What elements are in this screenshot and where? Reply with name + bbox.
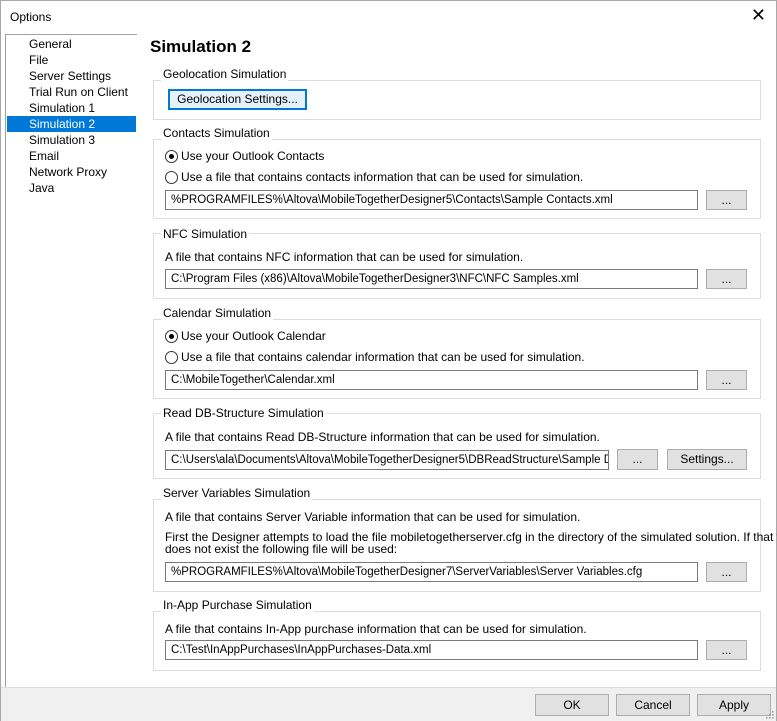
- cancel-button[interactable]: Cancel: [616, 694, 690, 716]
- category-list[interactable]: General File Server Settings Trial Run o…: [5, 34, 138, 688]
- nav-item-simulation-3[interactable]: Simulation 3: [7, 132, 136, 148]
- nav-item-general[interactable]: General: [7, 36, 136, 52]
- dbstructure-settings-button[interactable]: Settings...: [667, 449, 747, 470]
- servervars-file-input[interactable]: %PROGRAMFILES%\Altova\MobileTogetherDesi…: [165, 562, 698, 582]
- dialog-footer: OK Cancel Apply: [1, 687, 776, 721]
- contacts-outlook-label: Use your Outlook Contacts: [181, 149, 325, 163]
- contacts-outlook-radio[interactable]: [165, 150, 178, 163]
- dbstructure-file-input[interactable]: C:\Users\ala\Documents\Altova\MobileToge…: [165, 450, 609, 470]
- contacts-file-label: Use a file that contains contacts inform…: [181, 170, 584, 184]
- calendar-browse-button[interactable]: ...: [706, 370, 747, 390]
- inapp-description: A file that contains In-App purchase inf…: [165, 622, 587, 636]
- calendar-file-radio[interactable]: [165, 351, 178, 364]
- nfc-description: A file that contains NFC information tha…: [165, 250, 524, 264]
- nav-item-file[interactable]: File: [7, 52, 136, 68]
- resize-grip-icon[interactable]: [764, 709, 774, 719]
- calendar-file-label: Use a file that contains calendar inform…: [181, 350, 585, 364]
- nfc-file-input[interactable]: C:\Program Files (x86)\Altova\MobileToge…: [165, 269, 698, 289]
- apply-button[interactable]: Apply: [697, 694, 771, 716]
- title-bar[interactable]: Options ✕: [1, 1, 776, 32]
- page-title: Simulation 2: [150, 37, 252, 56]
- dialog-title: Options: [10, 10, 52, 24]
- inapp-browse-button[interactable]: ...: [706, 640, 747, 660]
- nfc-browse-button[interactable]: ...: [706, 269, 747, 289]
- servervars-note-line2: does not exist the following file will b…: [165, 542, 398, 556]
- calendar-outlook-radio[interactable]: [165, 330, 178, 343]
- nav-item-trial-run[interactable]: Trial Run on Client: [7, 84, 136, 100]
- nav-item-simulation-2[interactable]: Simulation 2: [7, 116, 136, 132]
- dbstructure-description: A file that contains Read DB-Structure i…: [165, 430, 600, 444]
- nav-item-java[interactable]: Java: [7, 180, 136, 196]
- nav-item-simulation-1[interactable]: Simulation 1: [7, 100, 136, 116]
- servervars-group-label: Server Variables Simulation: [161, 486, 313, 500]
- nfc-group-label: NFC Simulation: [161, 227, 250, 241]
- close-icon[interactable]: ✕: [751, 4, 766, 26]
- ok-button[interactable]: OK: [535, 694, 609, 716]
- inapp-group-label: In-App Purchase Simulation: [161, 598, 314, 612]
- nav-item-email[interactable]: Email: [7, 148, 136, 164]
- calendar-file-input[interactable]: C:\MobileTogether\Calendar.xml: [165, 370, 698, 390]
- inapp-file-input[interactable]: C:\Test\InAppPurchases\InAppPurchases-Da…: [165, 640, 698, 660]
- nav-item-server-settings[interactable]: Server Settings: [7, 68, 136, 84]
- geolocation-settings-button[interactable]: Geolocation Settings...: [168, 89, 307, 110]
- contacts-file-radio[interactable]: [165, 171, 178, 184]
- calendar-group-label: Calendar Simulation: [161, 306, 274, 320]
- nfc-group: [153, 233, 761, 299]
- dbstructure-browse-button[interactable]: ...: [617, 449, 658, 470]
- servervars-browse-button[interactable]: ...: [706, 562, 747, 582]
- geolocation-group-label: Geolocation Simulation: [161, 67, 289, 81]
- calendar-outlook-label: Use your Outlook Calendar: [181, 329, 326, 343]
- nav-item-network-proxy[interactable]: Network Proxy: [7, 164, 136, 180]
- dbstructure-group-label: Read DB-Structure Simulation: [161, 406, 326, 420]
- contacts-file-input[interactable]: %PROGRAMFILES%\Altova\MobileTogetherDesi…: [165, 190, 698, 210]
- servervars-description: A file that contains Server Variable inf…: [165, 510, 581, 524]
- contacts-group-label: Contacts Simulation: [161, 126, 272, 140]
- contacts-browse-button[interactable]: ...: [706, 190, 747, 210]
- options-dialog: Options ✕ General File Server Settings T…: [0, 0, 777, 721]
